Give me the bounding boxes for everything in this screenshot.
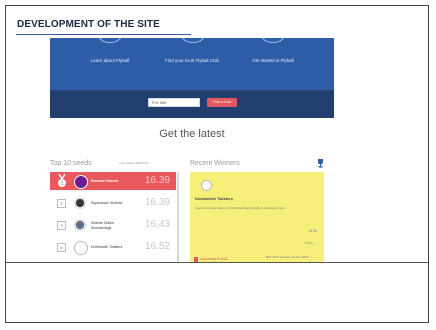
nav-learn-link[interactable]: Learn about Flyball (80, 58, 140, 64)
svg-text:1: 1 (61, 181, 64, 187)
seed-time: 16.39 (144, 175, 170, 186)
team-name: Wolves Online Wonderdogs (91, 221, 115, 230)
trophy-icon (318, 159, 323, 168)
winners-heading: Recent Winners (190, 160, 240, 167)
seed-time: 16.39 (144, 197, 170, 208)
slide-title: DEVELOPMENT OF THE SITE (17, 19, 160, 30)
title-underline (16, 34, 191, 35)
seeds-heading: Top 10 seeds (50, 160, 92, 167)
seed-rank: 3 (57, 221, 66, 230)
nav-arc-decoration (179, 38, 207, 43)
seed-row[interactable]: 1 Extreme Racers 16.39 (50, 172, 176, 190)
team-avatar (74, 197, 86, 209)
website-screenshot: Learn about Flyball Find your local Flyb… (50, 38, 334, 262)
winner-logo (201, 180, 212, 191)
seed-row[interactable]: 3 Wolves Online Wonderdogs 16.43 (50, 216, 176, 234)
share-link[interactable]: Share → (305, 241, 317, 245)
seed-row[interactable]: 4 Knebworth Twisters 16.52 (50, 238, 176, 256)
upcoming-events-link[interactable]: Upcoming Events (200, 257, 227, 261)
nav-arc-decoration (259, 38, 287, 43)
winner-description: Sports Complex Adams in Ditchling Road, … (195, 206, 286, 210)
team-name: Extreme Racers (91, 179, 119, 183)
nav-find-club-link[interactable]: Find your local Flyball Club (162, 58, 222, 64)
nav-get-started-link[interactable]: Get started in Flyball (243, 58, 303, 64)
team-avatar (74, 241, 88, 255)
slide-divider (6, 262, 428, 263)
section-headline: Get the latest (159, 128, 225, 140)
winner-time: 16.52 (308, 229, 317, 233)
seed-time: 16.52 (144, 241, 170, 252)
seeds-updated-note: Last updated: 28/10/2016 (119, 162, 149, 165)
team-avatar (74, 175, 88, 189)
seed-rank: 4 (57, 243, 66, 252)
team-name: Supersonic Sixfives (91, 201, 123, 205)
team-name: Knebworth Twisters (91, 245, 123, 249)
team-avatar (74, 219, 86, 231)
medal-icon: 1 (58, 174, 66, 187)
winner-team-name: Knebworth Twisters (195, 196, 233, 201)
event-date: BFA 2016 Sunday, 20 Nov 2016 (266, 255, 309, 259)
postcode-search-input[interactable]: PO1 6NE (148, 98, 200, 107)
seed-row[interactable]: 2 Supersonic Sixfives 16.39 (50, 194, 176, 212)
find-club-button[interactable]: Find a Club (207, 98, 237, 107)
seed-rank: 2 (57, 199, 66, 208)
nav-arc-decoration (96, 38, 124, 43)
seeds-scrollbar[interactable] (177, 172, 179, 262)
seed-time: 16.43 (144, 219, 170, 230)
